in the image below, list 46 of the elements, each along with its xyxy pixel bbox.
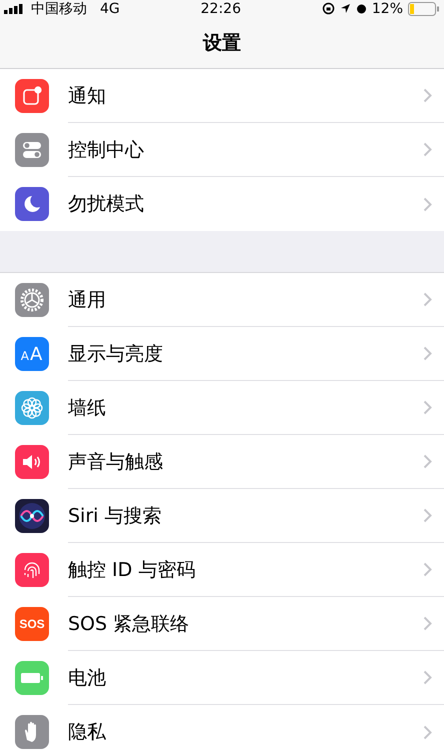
settings-row[interactable]: 勿扰模式 [0,177,444,231]
settings-row[interactable]: 控制中心 [0,123,444,177]
chevron-icon [423,454,432,469]
settings-label: 触控 ID 与密码 [68,558,196,582]
settings-row[interactable]: 隐私 [0,705,444,753]
settings-label: 墙纸 [68,396,106,420]
settings-label: 显示与亮度 [68,342,163,366]
settings-row[interactable]: SOS SOS 紧急联络 [0,597,444,651]
settings-label: 控制中心 [68,138,144,162]
settings-label: SOS 紧急联络 [68,612,190,636]
settings-label: 声音与触感 [68,450,163,474]
chevron-icon [423,142,432,157]
settings-label: 电池 [68,666,106,690]
display-icon: AA [15,337,49,371]
settings-row[interactable]: 通用 [0,273,444,327]
settings-row[interactable]: 电池 [0,651,444,705]
chevron-icon [423,670,432,685]
chevron-icon [423,562,432,577]
settings-label: 隐私 [68,720,106,745]
chevron-icon [423,346,432,361]
settings-label: Siri 与搜索 [68,504,162,528]
settings-row[interactable]: 触控 ID 与密码 [0,543,444,597]
chevron-icon [423,292,432,307]
chevron-icon [423,616,432,631]
battery-percent: 12% [372,0,403,16]
location-icon [340,3,351,14]
chevron-icon [423,88,432,103]
page-title: 设置 [203,30,241,56]
time-label: 22:26 [200,0,241,16]
battery-icon [408,2,440,16]
chevron-icon [423,508,432,523]
carrier-label: 中国移动 [31,0,87,18]
chevron-icon [423,400,432,415]
network-label: 4G [100,0,120,16]
settings-row[interactable]: Siri 与搜索 [0,489,444,543]
sos-icon: SOS [15,607,49,641]
settings-label: 通知 [68,84,106,108]
chevron-icon [423,724,432,740]
settings-label: 勿扰模式 [68,192,144,217]
settings-row[interactable]: 墙纸 [0,381,444,435]
settings-row[interactable]: 通知 [0,69,444,123]
chevron-icon [423,196,432,212]
settings-row[interactable]: 声音与触感 [0,435,444,489]
rotation-lock-icon [322,2,335,15]
settings-label: 通用 [68,288,106,312]
settings-row[interactable]: AA 显示与亮度 [0,327,444,381]
